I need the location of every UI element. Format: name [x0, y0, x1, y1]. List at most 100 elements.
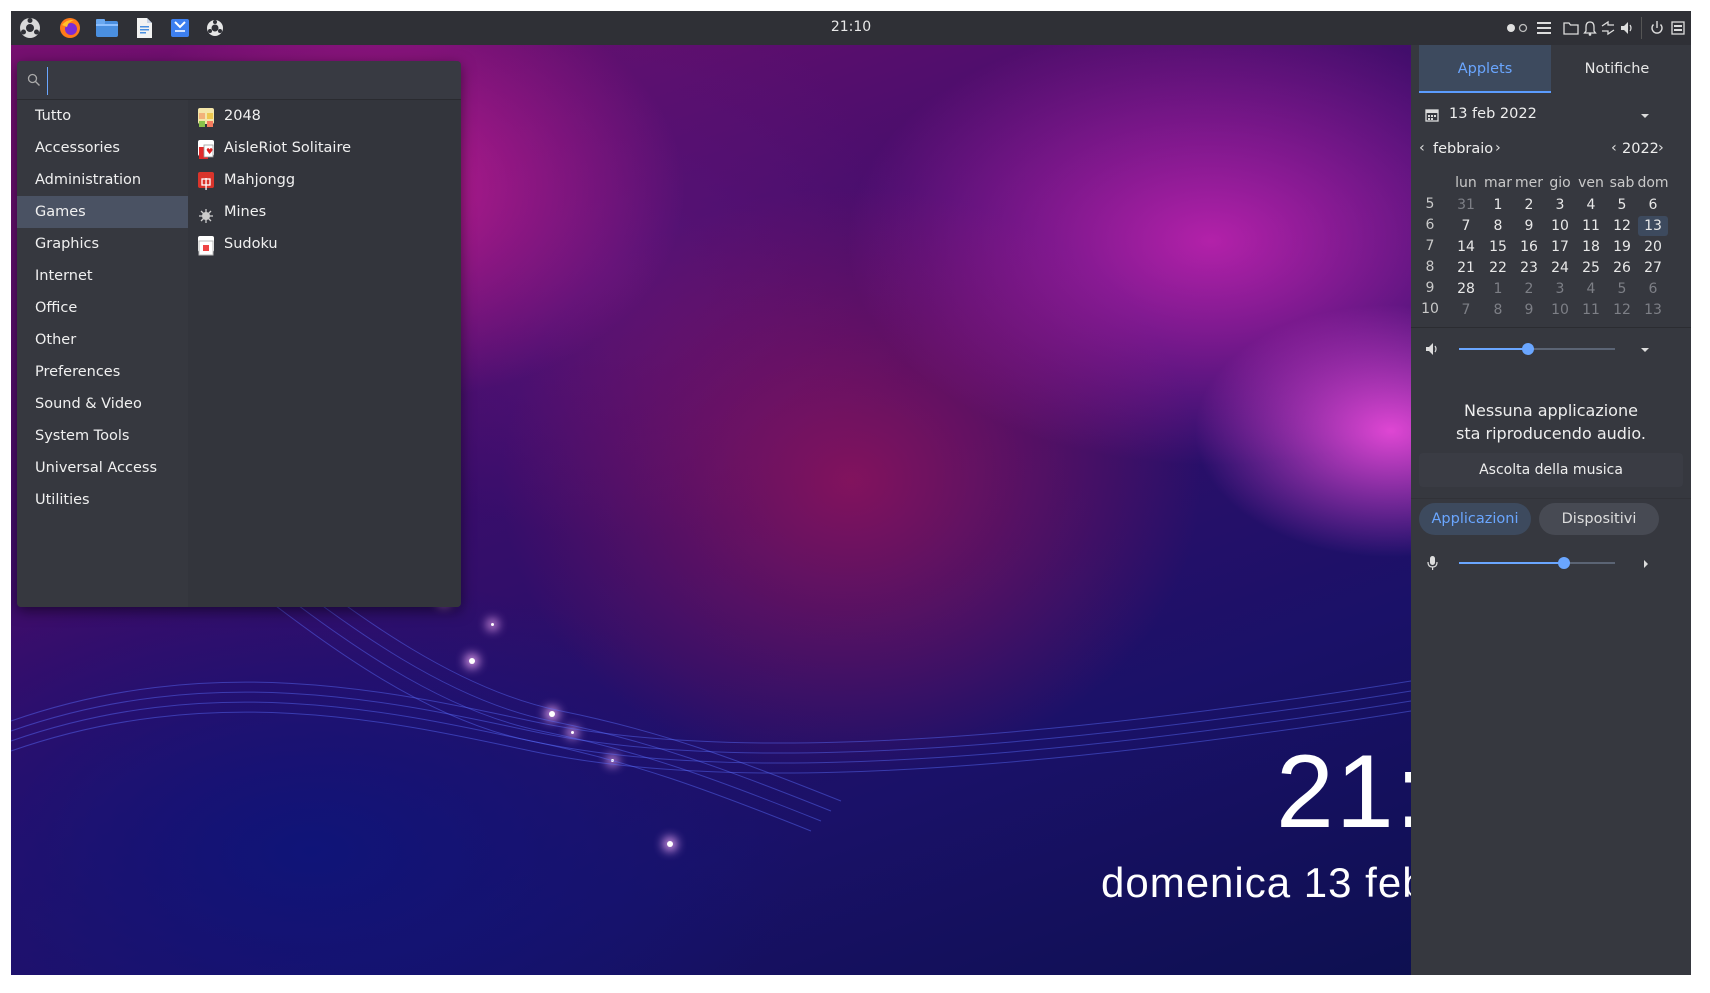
chevron-right-icon[interactable]: [1642, 559, 1650, 569]
calendar-day[interactable]: 10: [1543, 300, 1577, 320]
calendar-day[interactable]: 3: [1543, 195, 1577, 215]
calendar-day[interactable]: 3: [1543, 279, 1577, 299]
next-month-icon[interactable]: ›: [1495, 140, 1501, 156]
calendar-day[interactable]: 9: [1512, 300, 1546, 320]
calendar-day[interactable]: 5: [1605, 195, 1639, 215]
tab-dispositivi[interactable]: Dispositivi: [1539, 503, 1659, 535]
month-label: febbraio: [1433, 141, 1494, 157]
calendar-day[interactable]: 13: [1636, 300, 1670, 320]
calendar-day[interactable]: 9: [1512, 216, 1546, 236]
app-sudoku[interactable]: Sudoku: [188, 228, 461, 260]
calendar-day[interactable]: 27: [1636, 258, 1670, 278]
calendar-day[interactable]: 12: [1605, 216, 1639, 236]
calendar-day[interactable]: 18: [1574, 237, 1608, 257]
category-accessories[interactable]: Accessories: [17, 132, 188, 164]
next-year-icon[interactable]: ›: [1658, 140, 1664, 156]
calendar-day[interactable]: 12: [1605, 300, 1639, 320]
calendar-day[interactable]: 16: [1512, 237, 1546, 257]
calendar-day[interactable]: 20: [1636, 237, 1670, 257]
calendar-day[interactable]: 15: [1481, 237, 1515, 257]
calendar-day[interactable]: 5: [1605, 279, 1639, 299]
network-icon[interactable]: [1600, 19, 1616, 41]
category-office[interactable]: Office: [17, 292, 188, 324]
bell-icon[interactable]: [1583, 19, 1597, 41]
menu-search-bar[interactable]: [17, 61, 461, 100]
volume-slider-handle[interactable]: [1521, 343, 1534, 355]
calendar-day[interactable]: 2: [1512, 279, 1546, 299]
week-number: 8: [1425, 259, 1435, 275]
topbar-clock[interactable]: 21:10: [11, 19, 1691, 35]
prev-year-icon[interactable]: ‹: [1611, 140, 1617, 156]
calendar-day[interactable]: 11: [1574, 300, 1608, 320]
calendar-day[interactable]: 14: [1449, 237, 1483, 257]
week-number: 10: [1421, 301, 1439, 317]
calendar-day[interactable]: 10: [1543, 216, 1577, 236]
listen-music-button[interactable]: Ascolta della musica: [1419, 453, 1683, 487]
category-preferences[interactable]: Preferences: [17, 356, 188, 388]
volume-slider[interactable]: [1459, 342, 1615, 356]
weekday-header: sab: [1609, 175, 1635, 191]
calendar-day[interactable]: 25: [1574, 258, 1608, 278]
calendar-day[interactable]: 4: [1574, 279, 1608, 299]
microphone-slider[interactable]: [1459, 556, 1615, 570]
calendar-day[interactable]: 7: [1449, 216, 1483, 236]
no-audio-line-2: sta riproducendo audio.: [1456, 424, 1646, 443]
prev-month-icon[interactable]: ‹: [1419, 140, 1425, 156]
category-administration[interactable]: Administration: [17, 164, 188, 196]
volume-icon[interactable]: [1619, 19, 1635, 41]
tab-applets[interactable]: Applets: [1419, 45, 1551, 93]
calendar-day[interactable]: 2: [1512, 195, 1546, 215]
category-graphics[interactable]: Graphics: [17, 228, 188, 260]
week-number: 6: [1425, 217, 1435, 233]
calendar-day[interactable]: 6: [1636, 195, 1670, 215]
calendar-day[interactable]: 6: [1636, 279, 1670, 299]
tab-applicazioni[interactable]: Applicazioni: [1419, 503, 1531, 535]
app-mahjongg[interactable]: Mahjongg: [188, 164, 461, 196]
category-other[interactable]: Other: [17, 324, 188, 356]
week-number: 9: [1425, 280, 1435, 296]
calendar-day[interactable]: 19: [1605, 237, 1639, 257]
calendar-day[interactable]: 1: [1481, 195, 1515, 215]
app-mines[interactable]: Mines: [188, 196, 461, 228]
workspace-indicator-icon[interactable]: [1505, 19, 1531, 41]
app-aisleriot[interactable]: ♥ AisleRiot Solitaire: [188, 132, 461, 164]
mines-icon: [198, 204, 214, 223]
calendar-day[interactable]: 31: [1449, 195, 1483, 215]
category-universal-access[interactable]: Universal Access: [17, 452, 188, 484]
category-utilities[interactable]: Utilities: [17, 484, 188, 516]
calendar-day[interactable]: 24: [1543, 258, 1577, 278]
menu-lines-icon[interactable]: [1535, 19, 1553, 41]
calendar-day[interactable]: 11: [1574, 216, 1608, 236]
category-games[interactable]: Games: [17, 196, 188, 228]
chevron-down-icon[interactable]: [1640, 112, 1650, 120]
calendar-day[interactable]: 28: [1449, 279, 1483, 299]
side-panel: Applets Notifiche 13 feb 2022 ‹ febbraio…: [1411, 45, 1691, 975]
calendar-day[interactable]: 8: [1481, 300, 1515, 320]
top-panel: 21:10: [11, 11, 1691, 45]
calendar-day[interactable]: 22: [1481, 258, 1515, 278]
category-system-tools[interactable]: System Tools: [17, 420, 188, 452]
calendar-day[interactable]: 4: [1574, 195, 1608, 215]
calendar-day[interactable]: 7: [1449, 300, 1483, 320]
category-tutto[interactable]: Tutto: [17, 100, 188, 132]
calendar-day[interactable]: 13: [1638, 216, 1668, 236]
calendar-day[interactable]: 8: [1481, 216, 1515, 236]
calendar-day[interactable]: 23: [1512, 258, 1546, 278]
folder-icon[interactable]: [1563, 19, 1579, 41]
power-icon[interactable]: [1649, 19, 1665, 41]
calendar-day[interactable]: 26: [1605, 258, 1639, 278]
microphone-slider-handle[interactable]: [1557, 557, 1570, 569]
no-audio-line-1: Nessuna applicazione: [1464, 401, 1638, 420]
app-2048[interactable]: 2048: [188, 100, 461, 132]
date-row[interactable]: 13 feb 2022: [1411, 101, 1691, 131]
calendar-day[interactable]: 1: [1481, 279, 1515, 299]
category-sound-video[interactable]: Sound & Video: [17, 388, 188, 420]
calendar-day[interactable]: 17: [1543, 237, 1577, 257]
category-internet[interactable]: Internet: [17, 260, 188, 292]
search-input[interactable]: [47, 67, 454, 95]
chevron-down-icon[interactable]: [1640, 346, 1650, 354]
tab-notifiche[interactable]: Notifiche: [1551, 45, 1683, 93]
app-label: AisleRiot Solitaire: [224, 140, 352, 156]
panel-toggle-icon[interactable]: [1671, 19, 1685, 41]
calendar-day[interactable]: 21: [1449, 258, 1483, 278]
